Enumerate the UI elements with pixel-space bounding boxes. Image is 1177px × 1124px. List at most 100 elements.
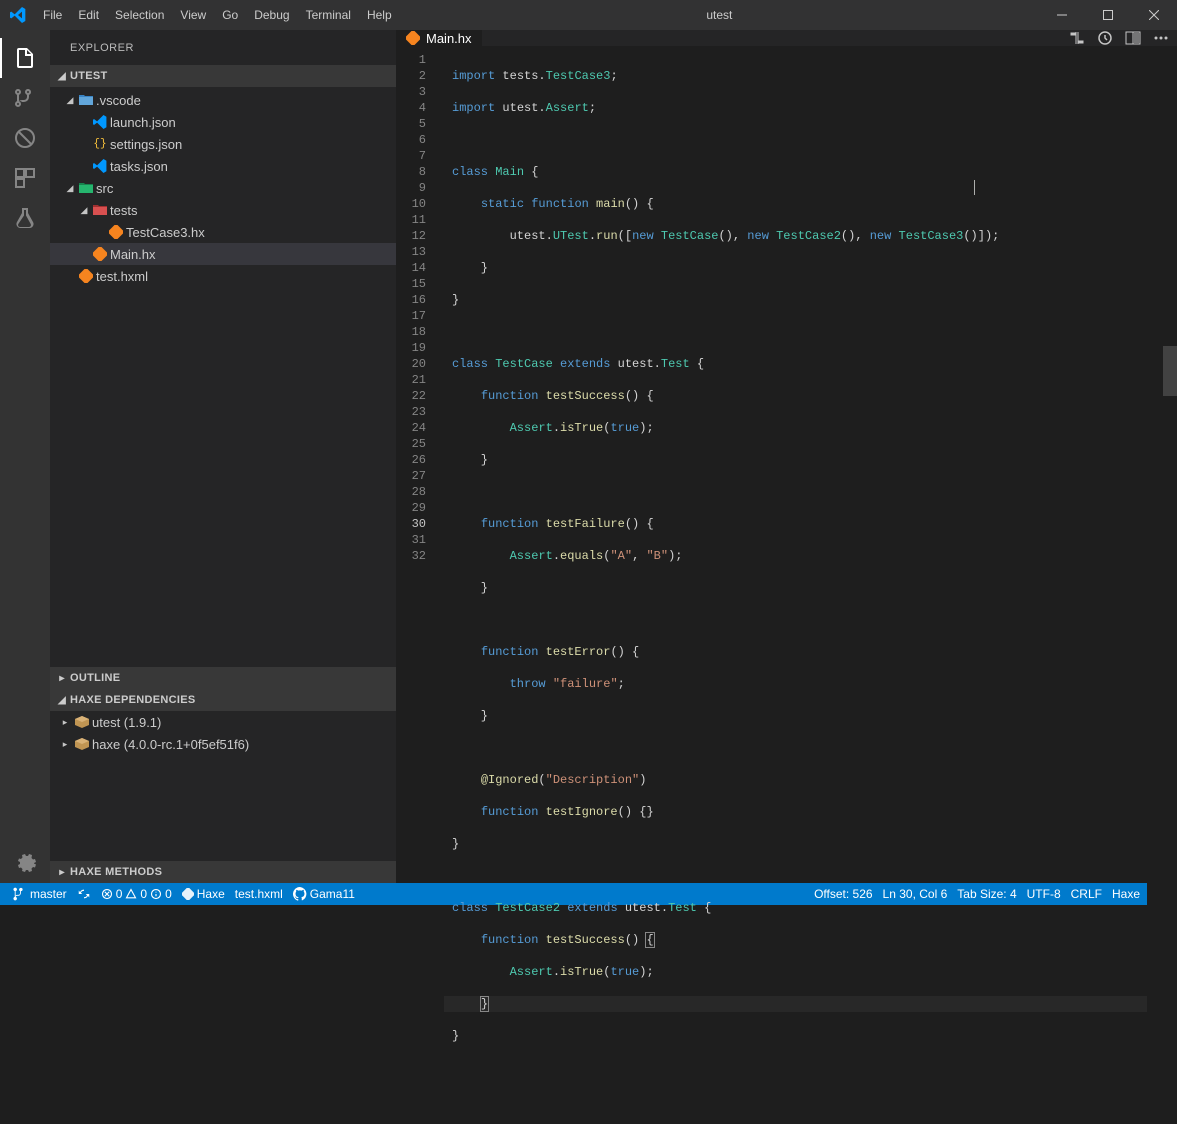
close-button[interactable] xyxy=(1131,0,1177,30)
activity-explorer[interactable] xyxy=(0,38,50,78)
deps-list: ▸ utest (1.9.1) ▸ haxe (4.0.0-rc.1+0f5ef… xyxy=(50,711,396,861)
activity-extensions[interactable] xyxy=(0,158,50,198)
tree-label: Main.hx xyxy=(110,247,156,262)
menu-edit[interactable]: Edit xyxy=(70,0,107,30)
vertical-scrollbar[interactable] xyxy=(1163,46,1177,1124)
dep-item[interactable]: ▸ utest (1.9.1) xyxy=(50,711,396,733)
project-name: UTEST xyxy=(70,70,108,82)
json-file-icon: {} xyxy=(90,138,110,150)
tree-label: settings.json xyxy=(110,137,182,152)
chevron-right-icon: ▸ xyxy=(58,717,72,728)
tree-folder-vscode[interactable]: ◢ .vscode xyxy=(50,89,396,111)
tab-label: Main.hx xyxy=(426,31,472,46)
status-problems[interactable]: 0 0 0 xyxy=(96,883,177,905)
tree-file-testhxml[interactable]: test.hxml xyxy=(50,265,396,287)
menu-file[interactable]: File xyxy=(35,0,70,30)
vscode-file-icon xyxy=(90,115,110,129)
history-icon[interactable] xyxy=(1097,30,1113,46)
sidebar-title: EXPLORER xyxy=(50,30,396,65)
chevron-right-icon: ▸ xyxy=(54,867,70,878)
tree-label: TestCase3.hx xyxy=(126,225,205,240)
status-github[interactable]: Gama11 xyxy=(288,883,360,905)
section-label: HAXE METHODS xyxy=(70,866,162,878)
activity-bar xyxy=(0,30,50,883)
activity-source-control[interactable] xyxy=(0,78,50,118)
title-bar: File Edit Selection View Go Debug Termin… xyxy=(0,0,1177,30)
tree-folder-tests[interactable]: ◢ tests xyxy=(50,199,396,221)
chevron-down-icon: ◢ xyxy=(64,95,76,106)
menu-debug[interactable]: Debug xyxy=(246,0,297,30)
section-outline[interactable]: ▸ OUTLINE xyxy=(50,667,396,689)
section-project[interactable]: ◢ UTEST xyxy=(50,65,396,87)
vscode-file-icon xyxy=(90,159,110,173)
minimap[interactable] xyxy=(1147,46,1163,1124)
activity-settings[interactable] xyxy=(0,843,50,883)
chevron-right-icon: ▸ xyxy=(58,739,72,750)
tree-file-main[interactable]: Main.hx xyxy=(50,243,396,265)
haxe-file-icon xyxy=(76,269,96,283)
line-numbers: 1234567891011121314151617181920212223242… xyxy=(396,46,444,1124)
tree-label: test.hxml xyxy=(96,269,148,284)
more-icon[interactable] xyxy=(1153,30,1169,46)
status-branch[interactable]: master xyxy=(8,883,72,905)
activity-test[interactable] xyxy=(0,198,50,238)
chevron-down-icon: ◢ xyxy=(78,205,90,216)
tree-file-launch[interactable]: launch.json xyxy=(50,111,396,133)
section-label: OUTLINE xyxy=(70,672,120,684)
haxe-file-icon xyxy=(106,225,126,239)
folder-icon xyxy=(76,93,96,107)
sidebar: EXPLORER ◢ UTEST ◢ .vscode launch.json {… xyxy=(50,30,396,883)
activity-debug[interactable] xyxy=(0,118,50,158)
code-editor[interactable]: 1234567891011121314151617181920212223242… xyxy=(396,46,1177,1124)
dep-label: haxe (4.0.0-rc.1+0f5ef51f6) xyxy=(92,737,249,752)
editor-group: Main.hx 12345678910111213141516171819202… xyxy=(396,30,1177,883)
window-title: utest xyxy=(400,8,1039,22)
menu-go[interactable]: Go xyxy=(214,0,246,30)
tree-label: launch.json xyxy=(110,115,176,130)
code-content[interactable]: import tests.TestCase3; import utest.Ass… xyxy=(444,46,1147,1124)
status-haxe-server[interactable]: Haxe xyxy=(177,883,230,905)
main-area: EXPLORER ◢ UTEST ◢ .vscode launch.json {… xyxy=(0,30,1177,883)
chevron-down-icon: ◢ xyxy=(54,71,70,82)
vscode-icon xyxy=(0,7,35,23)
menu-terminal[interactable]: Terminal xyxy=(298,0,359,30)
tests-folder-icon xyxy=(90,203,110,217)
tree-file-testcase3[interactable]: TestCase3.hx xyxy=(50,221,396,243)
package-icon xyxy=(72,738,92,750)
section-label: HAXE DEPENDENCIES xyxy=(70,694,196,706)
section-haxe-methods[interactable]: ▸ HAXE METHODS xyxy=(50,861,396,883)
tab-bar: Main.hx xyxy=(396,30,1177,46)
tab-main[interactable]: Main.hx xyxy=(396,30,483,46)
haxe-file-icon xyxy=(90,247,110,261)
window-controls xyxy=(1039,0,1177,30)
section-haxe-deps[interactable]: ◢ HAXE DEPENDENCIES xyxy=(50,689,396,711)
dep-item[interactable]: ▸ haxe (4.0.0-rc.1+0f5ef51f6) xyxy=(50,733,396,755)
minimize-button[interactable] xyxy=(1039,0,1085,30)
text-cursor xyxy=(974,180,975,195)
tree-folder-src[interactable]: ◢ src xyxy=(50,177,396,199)
tree-file-tasks[interactable]: tasks.json xyxy=(50,155,396,177)
tree-label: .vscode xyxy=(96,93,141,108)
status-hxml[interactable]: test.hxml xyxy=(230,883,288,905)
editor-actions xyxy=(1069,30,1177,46)
chevron-down-icon: ◢ xyxy=(64,183,76,194)
tree-label: src xyxy=(96,181,113,196)
scroll-thumb[interactable] xyxy=(1163,346,1177,396)
tree-file-settings[interactable]: {} settings.json xyxy=(50,133,396,155)
split-editor-icon[interactable] xyxy=(1125,30,1141,46)
maximize-button[interactable] xyxy=(1085,0,1131,30)
tree-label: tests xyxy=(110,203,137,218)
menu-view[interactable]: View xyxy=(172,0,214,30)
compare-icon[interactable] xyxy=(1069,30,1085,46)
tree-label: tasks.json xyxy=(110,159,168,174)
haxe-file-icon xyxy=(406,31,420,45)
status-sync[interactable] xyxy=(72,883,96,905)
file-tree: ◢ .vscode launch.json {} settings.json t… xyxy=(50,87,396,667)
chevron-right-icon: ▸ xyxy=(54,673,70,684)
src-folder-icon xyxy=(76,181,96,195)
menu-help[interactable]: Help xyxy=(359,0,400,30)
menu-bar: File Edit Selection View Go Debug Termin… xyxy=(35,0,400,30)
dep-label: utest (1.9.1) xyxy=(92,715,161,730)
menu-selection[interactable]: Selection xyxy=(107,0,172,30)
chevron-down-icon: ◢ xyxy=(54,695,70,706)
